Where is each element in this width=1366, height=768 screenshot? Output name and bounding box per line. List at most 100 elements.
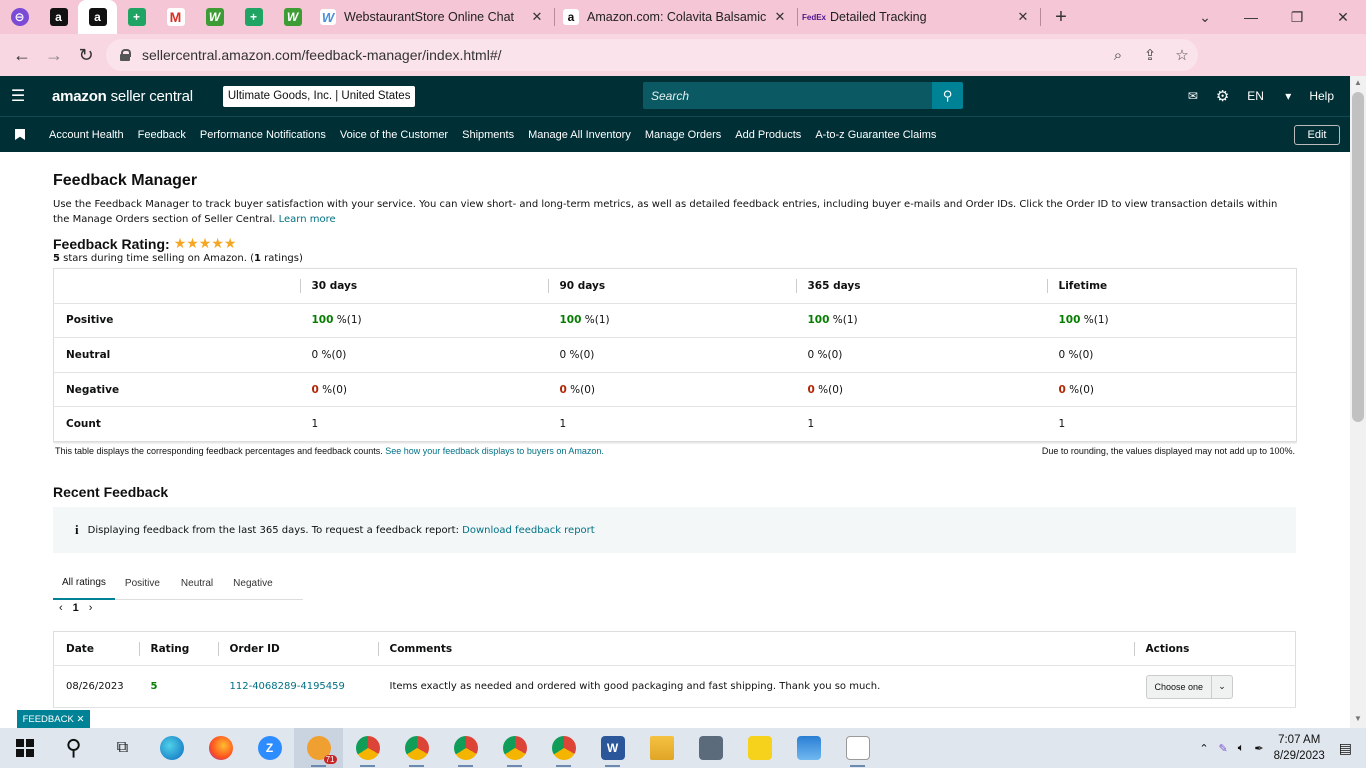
show-hidden-icons-chevron-icon[interactable]: ⌃ (1199, 742, 1208, 755)
forward-button[interactable]: → (38, 39, 70, 71)
tab-amazon-colavita[interactable]: a Amazon.com: Colavita Balsamic ✕ (555, 0, 797, 34)
file-explorer-icon[interactable] (637, 728, 686, 768)
zoom-icon[interactable]: ⌕ (1102, 47, 1134, 64)
hamburger-menu-icon[interactable]: ☰ (0, 86, 36, 106)
row-label: Positive (53, 303, 300, 339)
chevron-down-icon: ⌄ (1218, 681, 1226, 691)
pinned-tab-sheets-2[interactable]: + (234, 0, 273, 34)
pinned-tab-gmail[interactable]: M (156, 0, 195, 34)
language-selector[interactable]: EN ▾ (1247, 89, 1291, 103)
volume-icon[interactable]: 🔈︎ (1238, 742, 1245, 755)
pinned-tab-amazon[interactable]: a (39, 0, 78, 34)
new-tab-button[interactable]: + (1041, 6, 1081, 29)
buyer-display-link[interactable]: See how your feedback displays to buyers… (385, 446, 604, 456)
table-header-row: Date Rating Order ID Comments Actions (53, 631, 1296, 666)
chrome-window-icon[interactable] (343, 728, 392, 768)
negative-pct: 0 (311, 383, 319, 396)
telegram-icon[interactable]: 71 (294, 728, 343, 768)
pen-workspace-icon[interactable]: ✒ (1254, 742, 1263, 755)
bookmark-star-icon[interactable]: ☆ (1166, 46, 1198, 64)
table-note-left: This table displays the corresponding fe… (55, 446, 604, 456)
nav-manage-orders[interactable]: Manage Orders (645, 129, 721, 141)
search-input[interactable]: Search (643, 82, 932, 109)
start-button[interactable] (0, 728, 49, 768)
chrome-window-icon[interactable] (441, 728, 490, 768)
stocks-app-icon[interactable] (833, 728, 882, 768)
nav-a-to-z-claims[interactable]: A-to-z Guarantee Claims (815, 129, 936, 141)
close-window-button[interactable]: ✕ (1320, 0, 1366, 34)
sticky-notes-icon[interactable] (735, 728, 784, 768)
next-page-chevron-icon[interactable]: › (89, 602, 93, 614)
seller-central-logo[interactable]: amazon seller central (52, 88, 193, 105)
back-button[interactable]: ← (6, 39, 38, 71)
close-tab-icon[interactable]: ✕ (1014, 9, 1032, 25)
taskbar-search-icon[interactable]: ⚲ (49, 728, 98, 768)
page-number[interactable]: 1 (73, 602, 79, 614)
pinned-tab-amazon-active[interactable]: a (78, 0, 117, 34)
system-tray: ⌃ ✎ 🔈︎ ✒ 7:07 AM 8/29/2023 ▤ (1199, 728, 1366, 768)
bookmark-icon[interactable] (15, 129, 25, 140)
learn-more-link[interactable]: Learn more (279, 214, 336, 225)
close-icon[interactable]: ✕ (76, 714, 84, 725)
tab-neutral[interactable]: Neutral (170, 568, 224, 600)
pen-app-icon[interactable]: ✎ (1219, 742, 1228, 755)
notifications-icon[interactable]: ▤ (1339, 740, 1352, 757)
pinned-tab-profile[interactable]: ⊖ (0, 0, 39, 34)
chrome-window-icon[interactable] (392, 728, 441, 768)
restore-button[interactable]: ❐ (1274, 0, 1320, 34)
system-clock[interactable]: 7:07 AM 8/29/2023 (1274, 732, 1325, 764)
nav-manage-inventory[interactable]: Manage All Inventory (528, 129, 631, 141)
scroll-down-icon[interactable]: ▼ (1350, 714, 1366, 728)
tab-webstaurant-chat[interactable]: W WebstaurantStore Online Chat ✕ (312, 0, 554, 34)
help-link[interactable]: Help (1309, 89, 1334, 103)
reload-button[interactable]: ↻ (70, 39, 102, 71)
url-text[interactable]: sellercentral.amazon.com/feedback-manage… (142, 47, 1102, 63)
task-view-icon[interactable]: ⧉ (98, 728, 147, 768)
chrome-window-icon[interactable] (490, 728, 539, 768)
edge-icon[interactable] (147, 728, 196, 768)
nav-shipments[interactable]: Shipments (462, 129, 514, 141)
action-dropdown[interactable]: Choose one ⌄ (1145, 674, 1234, 699)
tab-negative[interactable]: Negative (224, 568, 281, 600)
search-button[interactable]: ⚲ (932, 82, 963, 109)
account-switcher[interactable]: Ultimate Goods, Inc. | United States (222, 85, 416, 107)
mail-icon[interactable]: ✉ (1188, 89, 1198, 103)
scrollbar-thumb[interactable] (1352, 92, 1364, 422)
close-tab-icon[interactable]: ✕ (771, 9, 789, 25)
omnibox[interactable]: sellercentral.amazon.com/feedback-manage… (106, 39, 1198, 71)
photos-icon[interactable] (784, 728, 833, 768)
fedex-icon: FedEx (802, 12, 827, 22)
pinned-tab-webstaurant[interactable]: W (195, 0, 234, 34)
word-icon[interactable]: W (588, 728, 637, 768)
nav-add-products[interactable]: Add Products (735, 129, 801, 141)
nav-voice-of-customer[interactable]: Voice of the Customer (340, 129, 448, 141)
pinned-tab-sheets[interactable]: + (117, 0, 156, 34)
header-order-id: Order ID (217, 631, 378, 666)
feedback-tag-button[interactable]: FEEDBACK ✕ (17, 710, 90, 728)
minimize-button[interactable]: — (1228, 0, 1274, 34)
nav-performance-notifications[interactable]: Performance Notifications (200, 129, 326, 141)
chrome-window-icon[interactable] (539, 728, 588, 768)
windows-logo-icon (15, 739, 34, 757)
pinned-tab-webstaurant-2[interactable]: W (273, 0, 312, 34)
nav-account-health[interactable]: Account Health (49, 129, 124, 141)
edit-nav-button[interactable]: Edit (1294, 125, 1340, 145)
prev-page-chevron-icon[interactable]: ‹ (59, 602, 63, 614)
close-tab-icon[interactable]: ✕ (528, 9, 546, 25)
tab-title: Amazon.com: Colavita Balsamic (587, 10, 767, 24)
settings-gear-icon[interactable]: ⚙ (1216, 87, 1229, 105)
tab-all-ratings[interactable]: All ratings (53, 568, 115, 600)
page-scrollbar[interactable]: ▲ ▼ (1350, 76, 1366, 728)
nav-feedback[interactable]: Feedback (138, 129, 186, 141)
order-id-link[interactable]: 112-4068289-4195459 (230, 681, 345, 692)
header-right-tools: ✉ ⚙ EN ▾ Help (1188, 76, 1350, 116)
share-icon[interactable]: ⇪ (1134, 46, 1166, 64)
calculator-icon[interactable] (686, 728, 735, 768)
download-report-link[interactable]: Download feedback report (462, 525, 595, 536)
scroll-up-icon[interactable]: ▲ (1350, 78, 1366, 92)
zoom-app-icon[interactable]: Z (245, 728, 294, 768)
tab-detailed-tracking[interactable]: FedEx Detailed Tracking ✕ (798, 0, 1040, 34)
tab-positive[interactable]: Positive (115, 568, 170, 600)
firefox-icon[interactable] (196, 728, 245, 768)
tab-search-chevron-down-icon[interactable]: ⌄ (1182, 0, 1228, 34)
